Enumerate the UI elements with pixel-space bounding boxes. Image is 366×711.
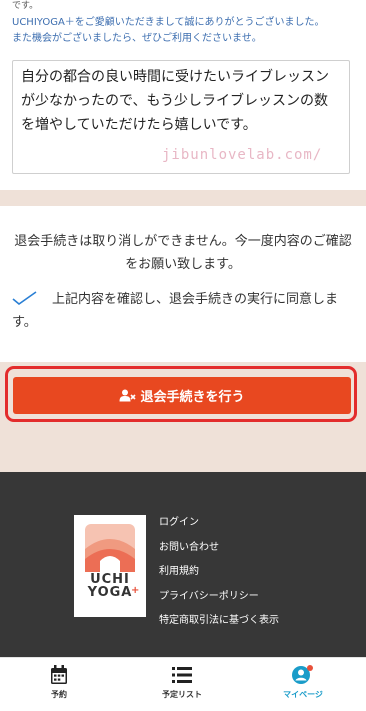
withdraw-button-label: 退会手続きを行う [140,390,245,405]
thanks-message: UCHIYOGA＋をご愛顧いただきまして誠にありがとうございました。 また機会が… [12,15,357,47]
tab-my-page[interactable]: マイページ [258,665,348,700]
footer-link-login[interactable]: ログイン [159,516,279,541]
footer-link-legal[interactable]: 特定商取引法に基づく表示 [159,614,279,639]
tab-label: 予約 [51,690,67,699]
tab-schedule-list[interactable]: 予定リスト [137,665,227,700]
bottom-tab-bar: 予約 予定リスト マイページ [0,657,366,711]
footer-link-terms[interactable]: 利用規約 [159,565,279,590]
house-logo-icon [85,524,135,572]
watermark-text: jibunlovelab.com/ [162,147,323,163]
action-section: 退会手続きを行う [0,362,366,472]
withdrawal-form-card: です。 UCHIYOGA＋をご愛顧いただきまして誠にありがとうございました。 ま… [0,0,366,190]
user-icon [292,665,313,684]
confirmation-section: 退会手続きは取り消しができません。今一度内容のご確認をお願い致します。 上記内容… [0,206,366,362]
agree-label: 上記内容を確認し、退会手続きの実行に同意します。 [12,292,339,330]
previous-text-line: です。 [12,1,39,11]
calendar-icon [51,665,67,684]
tab-label: マイページ [283,690,323,699]
list-icon [172,667,192,683]
tab-reservation[interactable]: 予約 [14,665,104,700]
footer-links: ログイン お問い合わせ 利用規約 プライバシーポリシー 特定商取引法に基づく表示 [159,516,279,639]
agree-checkbox-row[interactable]: 上記内容を確認し、退会手続きの実行に同意します。 [12,288,356,334]
footer-link-contact[interactable]: お問い合わせ [159,541,279,566]
section-divider [0,190,366,206]
withdraw-button[interactable]: 退会手続きを行う [13,377,351,414]
thanks-line-1: UCHIYOGA＋をご愛顧いただきまして誠にありがとうございました。 [12,17,325,28]
checkmark-icon[interactable] [12,290,38,305]
thanks-line-2: また機会がございましたら、ぜひご利用くださいませ。 [12,33,262,44]
uchiyoga-logo: UCHI YOGA + [74,515,146,617]
irreversible-notice: 退会手続きは取り消しができません。今一度内容のご確認をお願い致します。 [14,234,352,272]
logo-plus: + [131,585,140,596]
user-remove-icon [119,389,137,402]
tab-label: 予定リスト [162,690,202,699]
site-footer: UCHI YOGA + ログイン お問い合わせ 利用規約 プライバシーポリシー … [0,472,366,657]
footer-link-privacy[interactable]: プライバシーポリシー [159,590,279,615]
